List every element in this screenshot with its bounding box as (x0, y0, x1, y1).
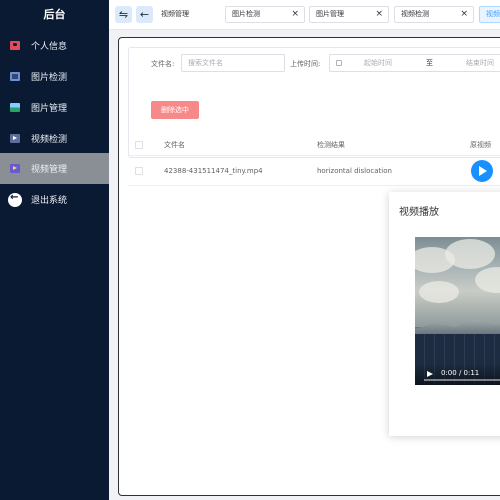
row-result: horizontal dislocation (317, 167, 392, 175)
end-time-placeholder: 结束时间 (466, 59, 494, 67)
close-icon[interactable]: × (375, 7, 383, 22)
delete-selected-button[interactable]: 删除选中 (151, 101, 199, 119)
close-icon[interactable]: × (460, 7, 468, 22)
select-all-checkbox[interactable] (135, 141, 143, 149)
swap-arrows-icon: ⇋ (118, 8, 129, 21)
date-range-picker[interactable]: 起始时间 至 结束时间 (329, 54, 500, 72)
close-icon[interactable]: × (291, 7, 299, 22)
video-controls: 0:00 / 0:11 (415, 363, 500, 385)
tab-label: 图片检测 (232, 10, 260, 18)
video-time: 0:00 / 0:11 (441, 369, 480, 377)
image-detect-icon (10, 72, 20, 81)
sidebar-item-video-manage[interactable]: 视频管理 (0, 153, 109, 184)
top-bar: ⇋ ← 视频管理 图片检测 × 图片管理 × 视频检测 × 视频 (109, 0, 500, 30)
table-row: 42388-431511474_tiny.mp4 horizontal disl… (128, 156, 500, 186)
sidebar-item-logout[interactable]: 退出系统 (0, 184, 109, 215)
brand-title: 后台 (43, 8, 66, 21)
tab-label: 视频检测 (401, 10, 429, 18)
row-checkbox[interactable] (135, 167, 143, 175)
table-header: 文件名 检测结果 原视频 (128, 134, 500, 156)
filename-placeholder: 搜索文件名 (188, 59, 223, 67)
tab-video-detect[interactable]: 视频检测 × (394, 6, 474, 23)
dialog-title: 视频播放 (399, 207, 439, 218)
filename-search-input[interactable]: 搜索文件名 (181, 54, 285, 72)
filename-label: 文件名: (151, 60, 175, 68)
sidebar-item-label: 退出系统 (31, 196, 68, 206)
sidebar-item-image-manage[interactable]: 图片管理 (0, 92, 109, 123)
image-manage-icon (10, 103, 20, 112)
breadcrumb: 视频管理 (161, 10, 189, 18)
sidebar-item-label: 图片管理 (31, 104, 68, 114)
tab-label: 图片管理 (316, 10, 344, 18)
upload-time-label: 上传时间: (290, 60, 321, 68)
sidebar-item-profile[interactable]: 个人信息 (0, 30, 109, 61)
sidebar-item-label: 图片检测 (31, 73, 68, 83)
tab-label: 视频 (486, 10, 500, 18)
video-frame-sky (415, 237, 500, 327)
column-header-video: 原视频 (470, 141, 491, 149)
sidebar-item-image-detect[interactable]: 图片检测 (0, 61, 109, 92)
sidebar-item-label: 视频管理 (31, 165, 68, 175)
column-header-filename: 文件名 (164, 141, 185, 149)
collapse-sidebar-button[interactable]: ⇋ (115, 6, 132, 23)
column-header-result: 检测结果 (317, 141, 345, 149)
logout-icon (8, 192, 22, 207)
sidebar-item-label: 个人信息 (31, 42, 68, 52)
start-time-placeholder: 起始时间 (364, 59, 392, 67)
video-progress-bar[interactable] (424, 379, 500, 381)
sidebar-item-video-detect[interactable]: 视频检测 (0, 123, 109, 154)
tab-image-detect[interactable]: 图片检测 × (225, 6, 305, 23)
video-player[interactable]: 0:00 / 0:11 (415, 237, 500, 385)
arrow-left-icon: ← (139, 8, 150, 21)
user-card-icon (10, 41, 20, 50)
video-detect-icon (10, 134, 20, 143)
video-dialog: 视频播放 0:00 / 0:11 (389, 192, 500, 436)
play-icon[interactable] (427, 371, 433, 377)
video-manage-icon (10, 164, 20, 173)
row-filename: 42388-431511474_tiny.mp4 (164, 167, 263, 175)
sidebar-item-label: 视频检测 (31, 135, 68, 145)
range-separator: 至 (426, 59, 433, 67)
sidebar: 后台 个人信息 图片检测 图片管理 视频检测 视频管理 退出系统 (0, 0, 109, 500)
play-video-button[interactable] (471, 160, 493, 182)
back-button[interactable]: ← (136, 6, 153, 23)
tab-video-manage[interactable]: 视频 (479, 6, 500, 23)
tab-image-manage[interactable]: 图片管理 × (309, 6, 389, 23)
calendar-icon (336, 60, 342, 66)
